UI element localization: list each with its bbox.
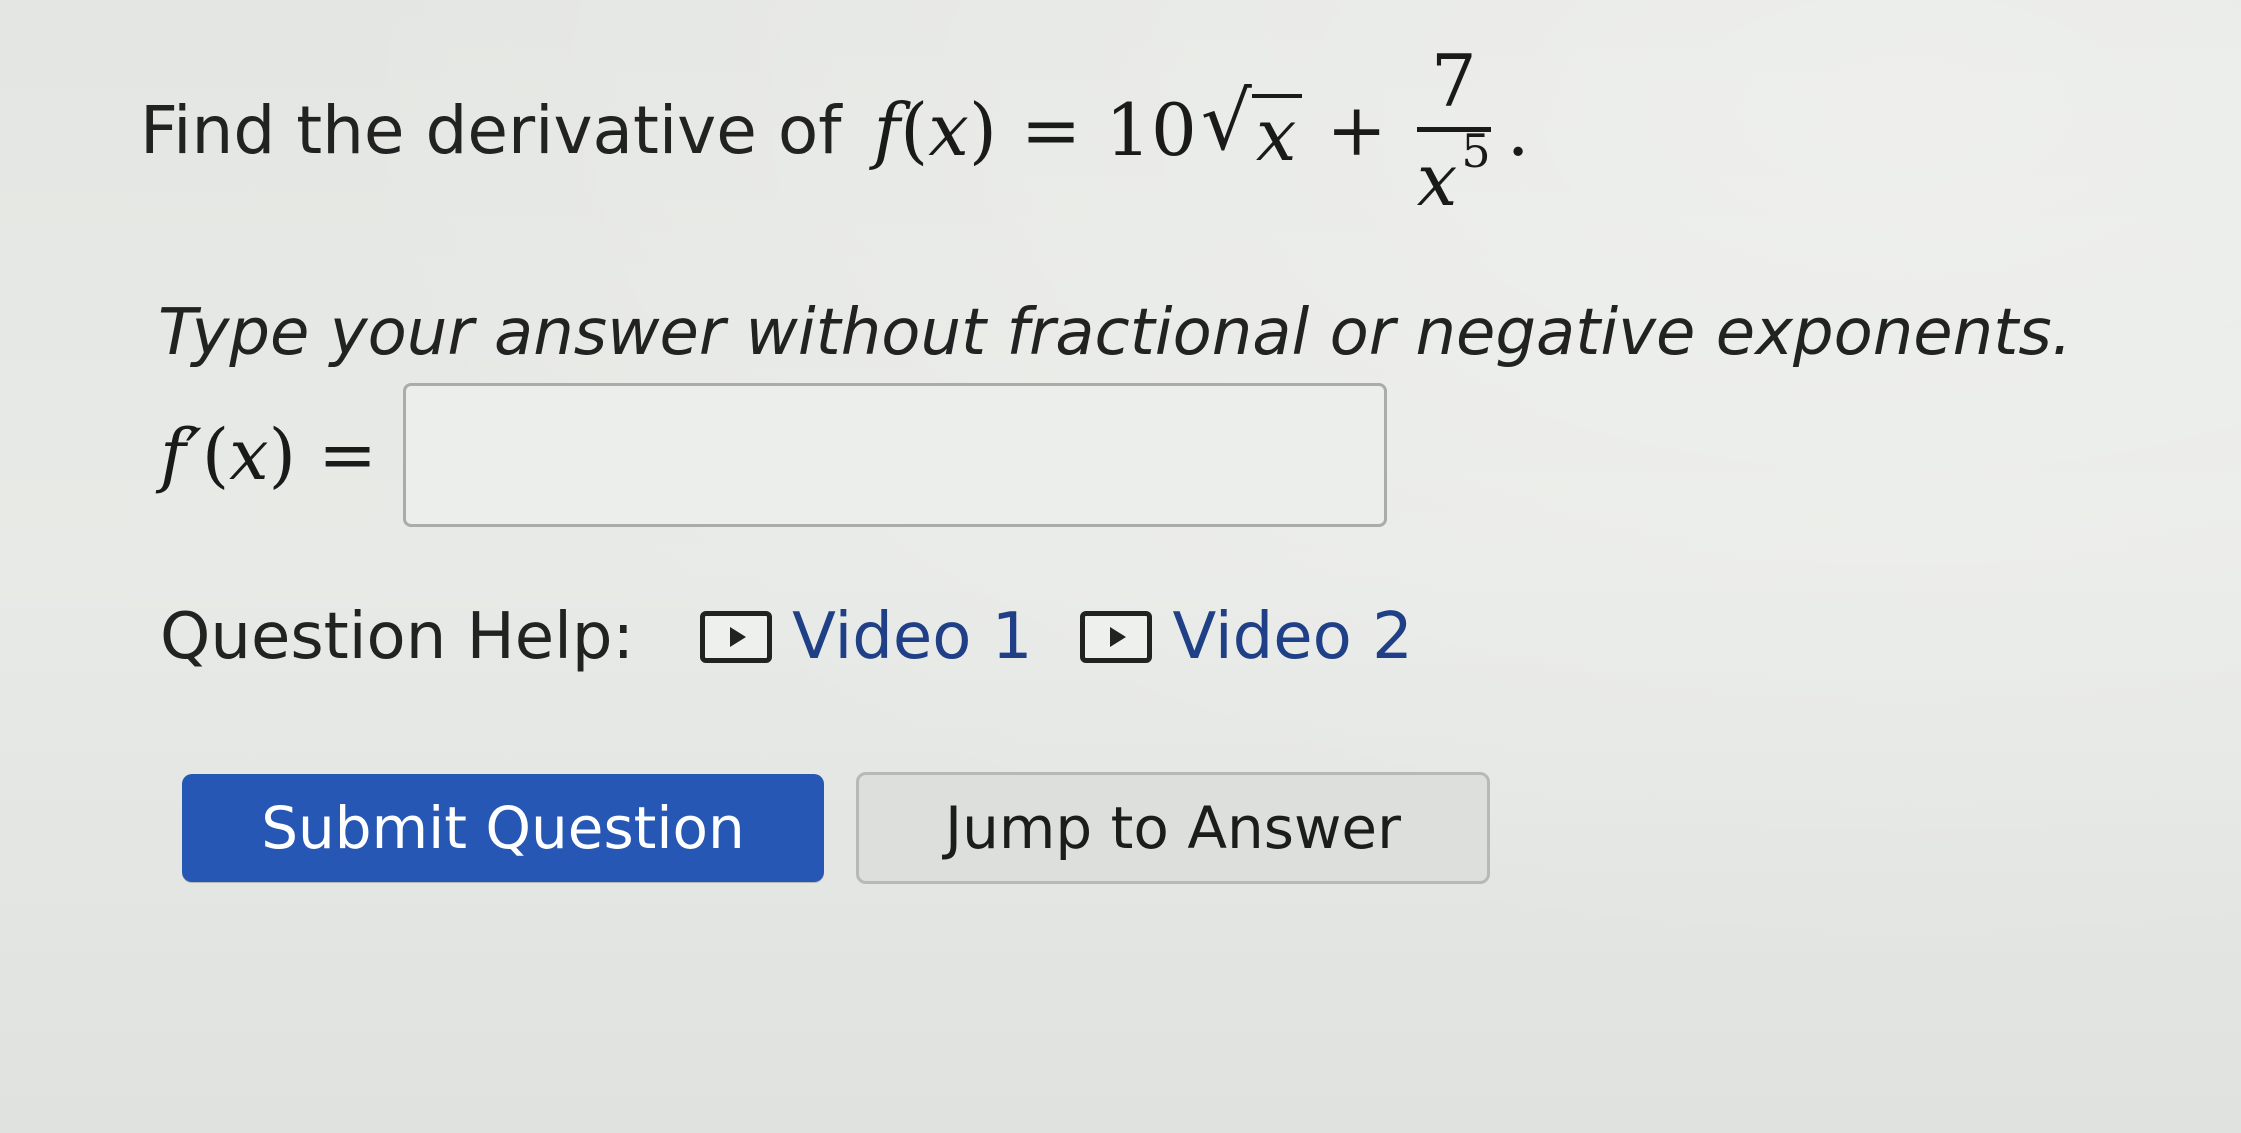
video-1-link[interactable]: Video 1 — [700, 600, 1032, 674]
action-buttons: Submit Question Jump to Answer — [182, 772, 1490, 884]
radicand: x — [1251, 94, 1303, 174]
paren-close: ) — [268, 414, 296, 496]
video-1-label: Video 1 — [792, 600, 1033, 674]
denominator-exponent: 5 — [1461, 123, 1491, 178]
denominator-base: x — [1416, 137, 1458, 222]
function-expression: f ( x ) = 10 √ x + 7 x 5 . — [873, 45, 1529, 216]
answer-row: f′(x) = — [160, 380, 1387, 530]
paren-open: ( — [201, 414, 230, 496]
play-icon — [700, 611, 773, 663]
fraction-numerator: 7 — [1430, 38, 1477, 123]
square-root: √ x — [1201, 82, 1303, 174]
question-help-label: Question Help: — [160, 600, 635, 674]
question-text: Find the derivative of — [140, 91, 842, 169]
paren-open: ( — [900, 88, 929, 172]
play-icon — [1080, 611, 1153, 663]
plus-sign: + — [1326, 88, 1387, 172]
question-help: Question Help: Video 1 Video 2 — [160, 600, 1461, 674]
submit-question-button[interactable]: Submit Question — [182, 774, 824, 882]
answer-input[interactable] — [402, 383, 1387, 527]
fraction: 7 x 5 — [1416, 38, 1491, 222]
answer-function-name: f′ — [160, 414, 202, 496]
fraction-denominator: x 5 — [1416, 128, 1491, 222]
radical-sign-icon: √ — [1200, 75, 1252, 169]
answer-label: f′(x) = — [160, 414, 377, 496]
answer-equals: = — [318, 414, 377, 496]
function-name: f — [873, 88, 901, 172]
jump-to-answer-button[interactable]: Jump to Answer — [856, 772, 1490, 884]
period: . — [1506, 88, 1530, 172]
equals-sign: = — [1020, 88, 1082, 172]
paren-close: ) — [968, 88, 997, 172]
instruction-text: Type your answer without fractional or n… — [158, 296, 2072, 370]
coefficient: 10 — [1105, 88, 1197, 172]
function-variable: x — [928, 88, 969, 172]
answer-variable: x — [229, 414, 269, 496]
question-prompt: Find the derivative of f ( x ) = 10 √ x … — [140, 40, 1530, 220]
video-2-link[interactable]: Video 2 — [1080, 600, 1413, 674]
video-2-label: Video 2 — [1172, 600, 1413, 674]
